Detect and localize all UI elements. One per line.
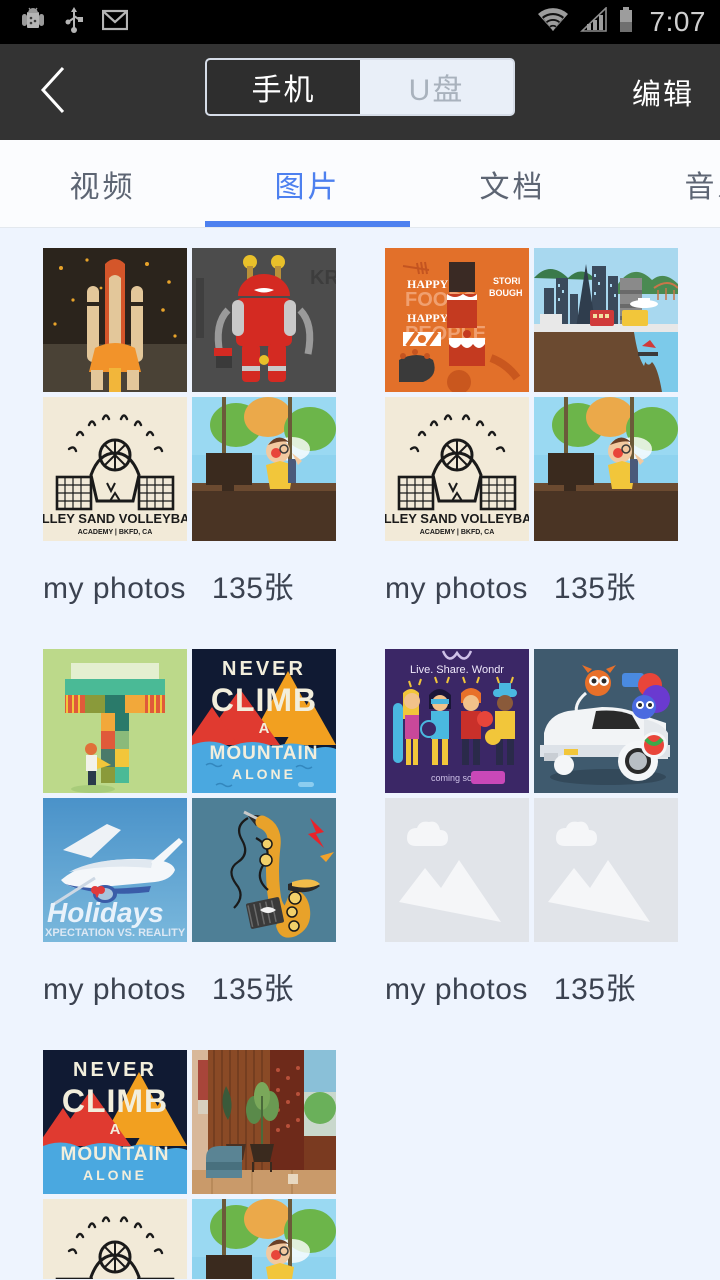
edit-button[interactable]: 编辑: [632, 71, 694, 113]
thumbnail-office-cartoon[interactable]: [192, 397, 336, 541]
folder-thumbnail-grid: NEVER CLIMB A MOUNTAIN ALONE: [43, 1050, 336, 1279]
thumbnail-saxophone[interactable]: [192, 798, 336, 942]
thumbnail-happy-foods-poster[interactable]: HAPPY FOODS HAPPY PEOPLE STORI BOUGH: [385, 248, 529, 392]
folder-card[interactable]: NEVER CLIMB A MOUNTAIN ALONE: [43, 649, 336, 1008]
thumbnail-image-placeholder[interactable]: [534, 798, 678, 942]
thumbnail-never-climb-poster[interactable]: NEVER CLIMB A MOUNTAIN ALONE: [192, 649, 336, 793]
folder-name: my photos: [43, 572, 186, 605]
folder-row: NEVER CLIMB A MOUNTAIN ALONE: [0, 649, 720, 1008]
svg-text:ACADEMY | BKFD, CA: ACADEMY | BKFD, CA: [78, 529, 153, 536]
folder-row: NEVER CLIMB A MOUNTAIN ALONE: [0, 1050, 720, 1279]
back-button[interactable]: [26, 64, 82, 120]
svg-text:ACADEMY | BKFD, CA: ACADEMY | BKFD, CA: [420, 529, 495, 536]
svg-text:A: A: [259, 720, 270, 737]
thumbnail-volleyball-logo[interactable]: VALLEY SAND VOLLEYBALL ACADEMY | BKFD, C…: [385, 397, 529, 541]
folder-count: 135张: [553, 572, 636, 605]
svg-text:CLIMB: CLIMB: [211, 682, 317, 718]
tab-videos[interactable]: 视频: [0, 140, 205, 227]
folder-meta: my photos 135张: [43, 563, 336, 607]
folder-card[interactable]: HAPPY FOODS HAPPY PEOPLE STORI BOUGH LLE…: [385, 248, 678, 607]
svg-text:Live. Share. Wondr: Live. Share. Wondr: [410, 664, 504, 676]
thumbnail-rocket-launch[interactable]: [43, 248, 187, 392]
folder-meta: my photos 135张: [385, 964, 678, 1008]
android-robot-icon: [20, 6, 46, 39]
svg-text:NEVER: NEVER: [222, 658, 306, 680]
folder-name: my photos: [385, 572, 528, 605]
svg-text:STORI: STORI: [493, 276, 520, 286]
folder-thumbnail-grid: KR LLEY SAND VOLLEYBA ACADEMY | BKFD, CA: [43, 248, 336, 541]
thumbnail-holidays-plane[interactable]: Holidays XPECTATION VS. REALITY: [43, 798, 187, 942]
svg-text:CLIMB: CLIMB: [62, 1083, 168, 1119]
battery-icon: [618, 6, 634, 39]
nav-bar: 手机 U盘 编辑: [0, 44, 720, 140]
thumbnail-image-placeholder[interactable]: [385, 798, 529, 942]
folder-thumbnail-grid: HAPPY FOODS HAPPY PEOPLE STORI BOUGH LLE…: [385, 248, 678, 541]
folder-card[interactable]: KR LLEY SAND VOLLEYBA ACADEMY | BKFD, CA…: [43, 248, 336, 607]
thumbnail-red-robot[interactable]: KR: [192, 248, 336, 392]
back-chevron-icon: [37, 64, 71, 121]
folder-row: KR LLEY SAND VOLLEYBA ACADEMY | BKFD, CA…: [0, 248, 720, 607]
svg-text:MOUNTAIN: MOUNTAIN: [61, 1144, 170, 1165]
svg-text:ALONE: ALONE: [83, 1167, 147, 1183]
thumbnail-volleyball-logo[interactable]: [43, 1199, 187, 1279]
folder-card[interactable]: NEVER CLIMB A MOUNTAIN ALONE: [43, 1050, 336, 1279]
svg-text:ALONE: ALONE: [232, 766, 296, 782]
wifi-icon: [536, 7, 570, 38]
folder-meta: my photos 135张: [385, 563, 678, 607]
svg-text:BOUGH: BOUGH: [489, 288, 523, 298]
image-folder-list[interactable]: KR LLEY SAND VOLLEYBA ACADEMY | BKFD, CA…: [0, 228, 720, 1279]
category-tab-bar: 视频 图片 文档 音乐: [0, 140, 720, 228]
status-bar-left-icons: [20, 6, 129, 39]
status-bar-clock: 7:07: [649, 6, 706, 37]
svg-text:VALLEY SAND VOLLEYBALL: VALLEY SAND VOLLEYBALL: [385, 511, 529, 526]
tab-documents[interactable]: 文档: [410, 140, 615, 227]
folder-thumbnail-grid: NEVER CLIMB A MOUNTAIN ALONE: [43, 649, 336, 942]
svg-text:VALLEY SAND VOLLEYBALL: VALLEY SAND VOLLEYBALL: [43, 511, 187, 526]
storage-segmented-control[interactable]: 手机 U盘: [205, 58, 515, 116]
folder-count: 135张: [211, 572, 294, 605]
svg-text:NEVER: NEVER: [73, 1059, 157, 1081]
segment-usb-drive[interactable]: U盘: [360, 60, 513, 114]
usb-icon: [64, 6, 84, 39]
thumbnail-hongkong-city[interactable]: [534, 248, 678, 392]
thumbnail-letter-t-poster[interactable]: [43, 649, 187, 793]
folder-meta: my photos 135张: [43, 964, 336, 1008]
status-bar-right-icons: 7:07: [536, 5, 707, 39]
thumbnail-monster-car[interactable]: [534, 649, 678, 793]
thumbnail-office-cartoon[interactable]: [192, 1199, 336, 1279]
tab-music[interactable]: 音乐: [615, 140, 720, 227]
tab-images[interactable]: 图片: [205, 140, 410, 227]
svg-text:A: A: [110, 1121, 121, 1138]
gmail-icon: [101, 9, 129, 36]
folder-count: 135张: [211, 973, 294, 1006]
svg-text:MOUNTAIN: MOUNTAIN: [210, 743, 319, 764]
svg-text:XPECTATION VS. REALITY: XPECTATION VS. REALITY: [45, 927, 186, 939]
svg-text:Holidays: Holidays: [47, 897, 164, 928]
thumbnail-never-climb-poster[interactable]: NEVER CLIMB A MOUNTAIN ALONE: [43, 1050, 187, 1194]
folder-count: 135张: [553, 973, 636, 1006]
thumbnail-interior-room[interactable]: [192, 1050, 336, 1194]
status-bar: 7:07: [0, 0, 720, 44]
folder-name: my photos: [385, 973, 528, 1006]
segment-phone[interactable]: 手机: [207, 60, 360, 114]
folder-card[interactable]: Live. Share. Wondr coming soon on my pho…: [385, 649, 678, 1008]
thumbnail-volleyball-logo[interactable]: VALLEY SAND VOLLEYBALL ACADEMY | BKFD, C…: [43, 397, 187, 541]
cellular-signal-icon: [579, 5, 608, 38]
folder-name: my photos: [43, 973, 186, 1006]
thumbnail-wondr-app-poster[interactable]: Live. Share. Wondr coming soon on: [385, 649, 529, 793]
folder-thumbnail-grid: Live. Share. Wondr coming soon on: [385, 649, 678, 942]
thumbnail-office-cartoon[interactable]: [534, 397, 678, 541]
svg-text:KR: KR: [310, 267, 336, 289]
